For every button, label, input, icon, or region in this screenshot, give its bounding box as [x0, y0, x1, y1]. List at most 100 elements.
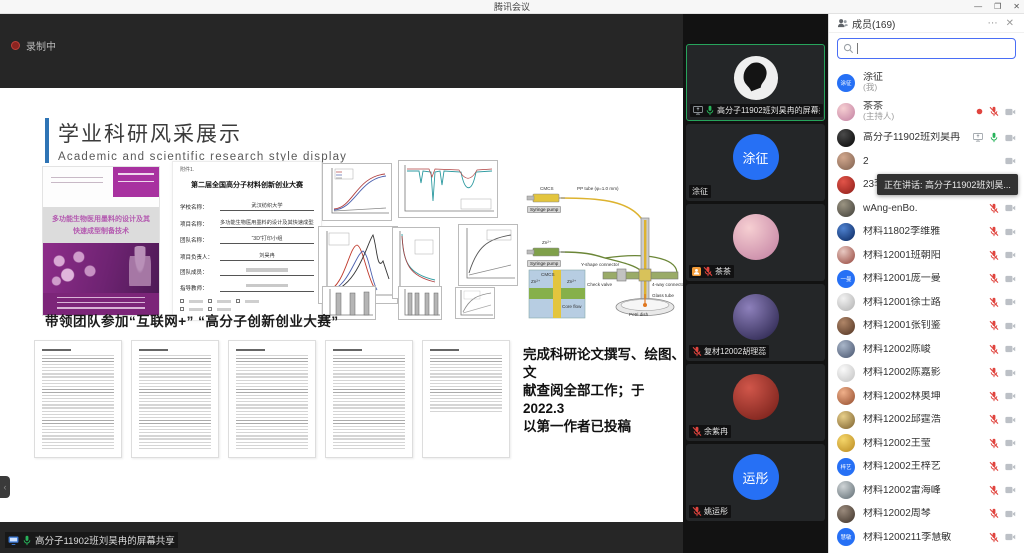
mic-muted-icon[interactable]: [703, 266, 713, 277]
mini-chart-sigmoid: [322, 163, 392, 221]
poster-title-line1: 多功能生物医用墨料的设计及其: [52, 214, 150, 224]
form-attachment-note: 附件1.: [180, 166, 314, 173]
mic-muted-icon[interactable]: [692, 346, 702, 357]
mic-muted-icon[interactable]: [692, 506, 702, 517]
member-name: 材料12002陈嘉影: [863, 367, 989, 378]
camera-off-icon[interactable]: [1005, 510, 1016, 518]
note-line2: 献查阅全部工作；于2022.3: [523, 383, 645, 416]
member-row[interactable]: 材料12002林奥坤: [829, 385, 1024, 409]
member-avatar: [837, 481, 855, 499]
mic-muted-icon[interactable]: [989, 250, 999, 261]
member-row[interactable]: 材料12002陈嘉影: [829, 361, 1024, 385]
camera-off-icon[interactable]: [1005, 157, 1016, 165]
mic-muted-icon[interactable]: [989, 461, 999, 472]
mic-muted-icon[interactable]: [989, 532, 999, 543]
mic-muted-icon[interactable]: [989, 226, 999, 237]
member-avatar: 一曼: [837, 270, 855, 288]
participant-avatar: 运彤: [733, 454, 779, 500]
video-tile[interactable]: 余紫冉: [686, 364, 825, 441]
video-tile[interactable]: 涂征涂征: [686, 124, 825, 201]
member-row[interactable]: 慧敏材料1200211李慧敏: [829, 526, 1024, 550]
mic-muted-icon[interactable]: [989, 367, 999, 378]
member-row[interactable]: 材料12002雷海峰: [829, 479, 1024, 503]
member-row[interactable]: 材料12002王莹: [829, 432, 1024, 456]
member-row[interactable]: wAng-enBo.: [829, 197, 1024, 221]
minimize-button[interactable]: —: [974, 0, 982, 14]
mic-muted-icon[interactable]: [989, 485, 999, 496]
camera-off-icon[interactable]: [1005, 275, 1016, 283]
camera-off-icon[interactable]: [1005, 439, 1016, 447]
member-row[interactable]: 材料12001徐士路: [829, 291, 1024, 315]
camera-off-icon[interactable]: [1005, 204, 1016, 212]
member-row[interactable]: 材料12001班朝阳: [829, 244, 1024, 268]
participant-name: 余紫冉: [704, 426, 728, 437]
panel-more-button[interactable]: ⋯: [986, 18, 1000, 29]
camera-off-icon[interactable]: [1005, 322, 1016, 330]
maximize-button[interactable]: ❐: [994, 0, 1001, 14]
member-row[interactable]: 茶茶(主持人): [829, 97, 1024, 126]
video-tile[interactable]: 茶茶: [686, 204, 825, 281]
mic-muted-icon[interactable]: [989, 344, 999, 355]
camera-off-icon[interactable]: [1005, 416, 1016, 424]
member-avatar: [837, 434, 855, 452]
camera-off-icon[interactable]: [1005, 251, 1016, 259]
member-row[interactable]: 涂征涂征(我): [829, 68, 1024, 97]
member-search-box[interactable]: [837, 38, 1016, 59]
mic-muted-icon[interactable]: [989, 438, 999, 449]
camera-off-icon[interactable]: [1005, 345, 1016, 353]
camera-off-icon[interactable]: [1005, 108, 1016, 116]
form-field-label: 团队成员：: [180, 268, 220, 276]
member-row[interactable]: 梓艺材料12002王梓艺: [829, 455, 1024, 479]
mic-muted-icon[interactable]: [989, 414, 999, 425]
mic-muted-icon[interactable]: [989, 203, 999, 214]
member-name: 涂征: [863, 72, 1016, 83]
mic-on-icon[interactable]: [705, 105, 715, 116]
mic-muted-icon[interactable]: [989, 297, 999, 308]
member-name: 材料12001庞一曼: [863, 273, 989, 284]
schematic-label-check-valve: Check valve: [587, 282, 612, 287]
mic-on-icon[interactable]: [989, 132, 999, 143]
mic-muted-icon[interactable]: [989, 106, 999, 117]
mic-muted-icon[interactable]: [989, 508, 999, 519]
mic-muted-icon[interactable]: [989, 391, 999, 402]
member-row[interactable]: 材料12002周琴: [829, 502, 1024, 526]
schematic-label-y-connector: Y-shape connector: [581, 262, 619, 267]
mic-muted-icon[interactable]: [989, 273, 999, 284]
close-button[interactable]: ✕: [1013, 0, 1020, 14]
camera-off-icon[interactable]: [1005, 134, 1016, 142]
camera-off-icon[interactable]: [1005, 533, 1016, 541]
video-tile[interactable]: 复材12002胡理蕊: [686, 284, 825, 361]
slide-caption: 带领团队参加“互联网+” “高分子创新创业大赛”: [45, 310, 339, 330]
camera-off-icon[interactable]: [1005, 298, 1016, 306]
member-row[interactable]: 材料12002陈峻: [829, 338, 1024, 362]
video-tile-strip: 高分子11902班刘昊冉的屏幕共享涂征涂征茶茶复材12002胡理蕊余紫冉运彤姚运…: [683, 14, 828, 553]
member-row[interactable]: 2: [829, 150, 1024, 174]
camera-off-icon[interactable]: [1005, 463, 1016, 471]
member-avatar: 涂征: [837, 74, 855, 92]
mic-muted-icon[interactable]: [989, 320, 999, 331]
camera-off-icon[interactable]: [1005, 369, 1016, 377]
tile-name-label: 复材12002胡理蕊: [689, 345, 769, 358]
tile-name-label: 茶茶: [689, 265, 734, 278]
mic-muted-icon[interactable]: [692, 426, 702, 437]
member-row[interactable]: 高分子11902班刘昊冉: [829, 126, 1024, 150]
member-name: 材料1200211李慧敏: [863, 532, 989, 543]
form-field-row: 团队名称：“3D”打印小组: [180, 235, 314, 244]
member-row[interactable]: 材料11802李维雅: [829, 220, 1024, 244]
shared-slide: 学业科研风采展示 Academic and scientific researc…: [0, 88, 683, 522]
camera-off-icon[interactable]: [1005, 392, 1016, 400]
recording-indicator[interactable]: 录制中: [11, 38, 56, 53]
video-tile[interactable]: 高分子11902班刘昊冉的屏幕共享: [686, 44, 825, 121]
panel-close-button[interactable]: ✕: [1004, 18, 1016, 29]
member-search-input[interactable]: [861, 43, 1010, 54]
member-row[interactable]: 材料12002邱霆浩: [829, 408, 1024, 432]
camera-off-icon[interactable]: [1005, 228, 1016, 236]
participant-name: 高分子11902班刘昊冉的屏幕共享: [717, 105, 820, 116]
member-row[interactable]: 一曼材料12001庞一曼: [829, 267, 1024, 291]
tile-name-label: 姚运彤: [689, 505, 731, 518]
camera-off-icon[interactable]: [1005, 486, 1016, 494]
form-field-value: 多功能生物医用墨料的设计及其快速成型技术: [220, 219, 314, 228]
member-row[interactable]: 材料12001张钊鉴: [829, 314, 1024, 338]
sidebar-collapse-handle[interactable]: ‹: [0, 476, 10, 498]
video-tile[interactable]: 运彤姚运彤: [686, 444, 825, 521]
